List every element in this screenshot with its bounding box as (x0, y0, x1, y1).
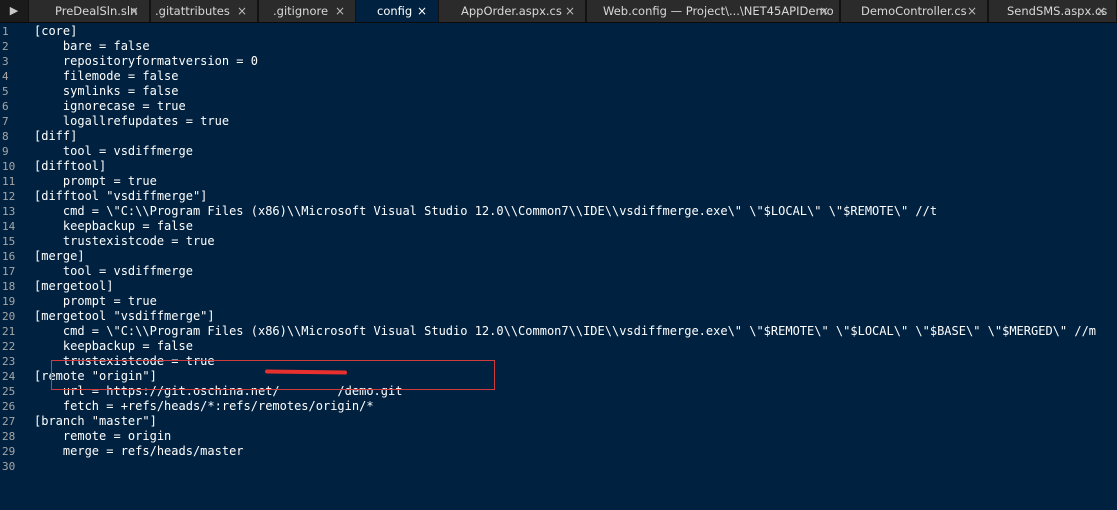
line-number: 7 (2, 115, 9, 128)
line-number: 28 (2, 430, 16, 443)
close-icon[interactable]: × (237, 0, 247, 22)
tab-label: .gitattributes (155, 4, 230, 18)
line-number: 23 (2, 355, 16, 368)
code-line: repositoryformatversion = 0 (34, 54, 258, 68)
annotation-highlight-box (51, 360, 495, 390)
line-number: 26 (2, 400, 16, 413)
close-icon[interactable]: × (565, 0, 575, 22)
tab-label: .gitignore (273, 4, 329, 18)
line-number: 30 (2, 460, 16, 473)
close-icon[interactable]: × (819, 0, 829, 22)
code-line: prompt = true (34, 294, 157, 308)
tab-label: config (377, 4, 413, 18)
code-line: bare = false (34, 39, 150, 53)
code-line: tool = vsdiffmerge (34, 264, 193, 278)
code-line: logallrefupdates = true (34, 114, 230, 128)
code-line: cmd = \"C:\\Program Files (x86)\\Microso… (34, 204, 938, 218)
tab-sendsms[interactable]: SendSMS.aspx.cs × (988, 0, 1117, 22)
line-number: 6 (2, 100, 9, 113)
code-line: merge = refs/heads/master (34, 444, 244, 458)
line-number: 2 (2, 40, 9, 53)
tab-label: DemoController.cs (861, 4, 967, 18)
code-line: [difftool "vsdiffmerge"] (34, 189, 208, 203)
code-line: [difftool] (34, 159, 107, 173)
line-number: 14 (2, 220, 16, 233)
code-line: symlinks = false (34, 84, 179, 98)
tab-label: AppOrder.aspx.cs (461, 4, 562, 18)
code-text-area[interactable]: [core] bare = false repositoryformatvers… (34, 24, 1114, 474)
line-number: 12 (2, 190, 16, 203)
tab-democontroller[interactable]: DemoController.cs × (840, 0, 988, 22)
close-icon[interactable]: × (1096, 0, 1106, 22)
code-line: trustexistcode = true (34, 234, 215, 248)
code-line: tool = vsdiffmerge (34, 144, 193, 158)
close-icon[interactable]: × (335, 0, 345, 22)
line-number: 1 (2, 25, 9, 38)
code-line: prompt = true (34, 174, 157, 188)
code-line: [merge] (34, 249, 85, 263)
close-icon[interactable]: × (129, 0, 139, 22)
close-icon[interactable]: × (417, 0, 427, 22)
code-line: remote = origin (34, 429, 172, 443)
tab-bar: ▶ PreDealSln.sln × .gitattributes × .git… (0, 0, 1117, 23)
tab-gitignore[interactable]: .gitignore × (258, 0, 356, 22)
line-number-gutter: 1 2 3 4 5 6 7 8 9 10 11 12 13 14 15 16 1… (0, 24, 28, 474)
line-number: 8 (2, 130, 9, 143)
code-line: [mergetool] (34, 279, 114, 293)
code-line: [branch "master"] (34, 414, 157, 428)
code-line: ignorecase = true (34, 99, 186, 113)
code-line: [core] (34, 24, 78, 38)
line-number: 4 (2, 70, 9, 83)
line-number: 13 (2, 205, 16, 218)
code-line: [diff] (34, 129, 78, 143)
line-number: 11 (2, 175, 16, 188)
line-number: 5 (2, 85, 9, 98)
line-number: 19 (2, 295, 16, 308)
line-number: 15 (2, 235, 16, 248)
code-editor[interactable]: 1 2 3 4 5 6 7 8 9 10 11 12 13 14 15 16 1… (0, 24, 1117, 510)
line-number: 17 (2, 265, 16, 278)
line-number: 9 (2, 145, 9, 158)
line-number: 10 (2, 160, 16, 173)
code-line: keepbackup = false (34, 219, 193, 233)
line-number: 27 (2, 415, 16, 428)
line-number: 25 (2, 385, 16, 398)
code-line: fetch = +refs/heads/*:refs/remotes/origi… (34, 399, 374, 413)
line-number: 24 (2, 370, 16, 383)
line-number: 20 (2, 310, 16, 323)
tab-apporder[interactable]: AppOrder.aspx.cs × (438, 0, 586, 22)
tab-web-config[interactable]: Web.config — Project\...\NET45APIDemo × (586, 0, 840, 22)
tab-scroll-left-icon[interactable]: ▶ (0, 0, 28, 22)
close-icon[interactable]: × (967, 0, 977, 22)
code-line: cmd = \"C:\\Program Files (x86)\\Microso… (34, 324, 1097, 338)
tab-label: PreDealSln.sln (55, 4, 138, 18)
tab-label: Web.config — Project\...\NET45APIDemo (603, 4, 834, 18)
line-number: 21 (2, 325, 16, 338)
tab-config[interactable]: config × (356, 0, 438, 22)
line-number: 29 (2, 445, 16, 458)
tab-predealsln[interactable]: PreDealSln.sln × (28, 0, 150, 22)
code-line: [mergetool "vsdiffmerge"] (34, 309, 215, 323)
line-number: 22 (2, 340, 16, 353)
code-line: keepbackup = false (34, 339, 193, 353)
code-line: filemode = false (34, 69, 179, 83)
tab-gitattributes[interactable]: .gitattributes × (150, 0, 258, 22)
line-number: 16 (2, 250, 16, 263)
tab-label: SendSMS.aspx.cs (1007, 4, 1108, 18)
line-number: 18 (2, 280, 16, 293)
line-number: 3 (2, 55, 9, 68)
